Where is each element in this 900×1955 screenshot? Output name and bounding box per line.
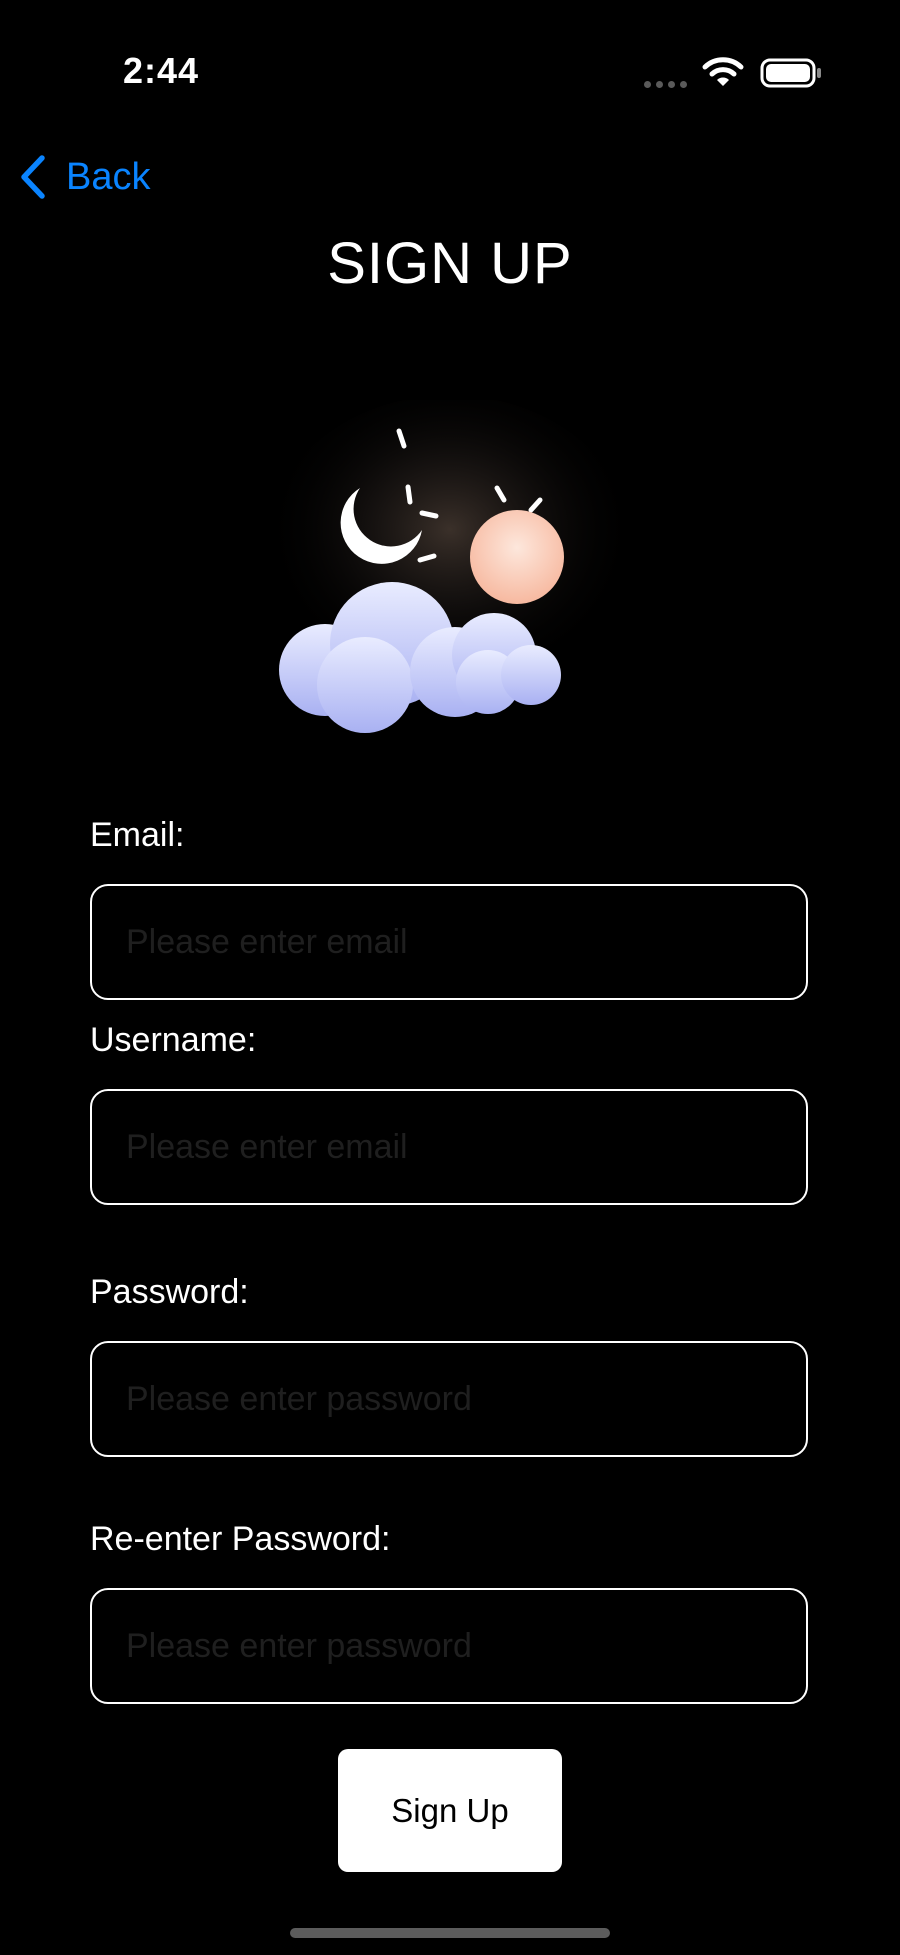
sign-up-button[interactable]: Sign Up	[338, 1749, 562, 1872]
email-field[interactable]	[90, 884, 808, 1000]
status-time: 2:44	[123, 50, 200, 91]
username-field[interactable]	[90, 1089, 808, 1205]
moon-sun-cloud-logo	[262, 400, 638, 733]
password-label: Password:	[90, 1273, 249, 1311]
signal-dots-icon	[644, 81, 687, 88]
back-button[interactable]: Back	[16, 150, 150, 204]
email-label: Email:	[90, 816, 185, 854]
page-title: SIGN UP	[327, 231, 573, 296]
username-label: Username:	[90, 1021, 257, 1059]
wifi-icon	[702, 57, 744, 86]
status-bar: 2:44	[0, 0, 900, 150]
reenter-password-field[interactable]	[90, 1588, 808, 1704]
battery-icon	[760, 58, 821, 88]
password-field[interactable]	[90, 1341, 808, 1457]
reenter-password-label: Re-enter Password:	[90, 1520, 391, 1558]
chevron-left-icon	[21, 155, 45, 199]
back-label: Back	[66, 155, 151, 198]
home-indicator[interactable]	[290, 1928, 610, 1938]
